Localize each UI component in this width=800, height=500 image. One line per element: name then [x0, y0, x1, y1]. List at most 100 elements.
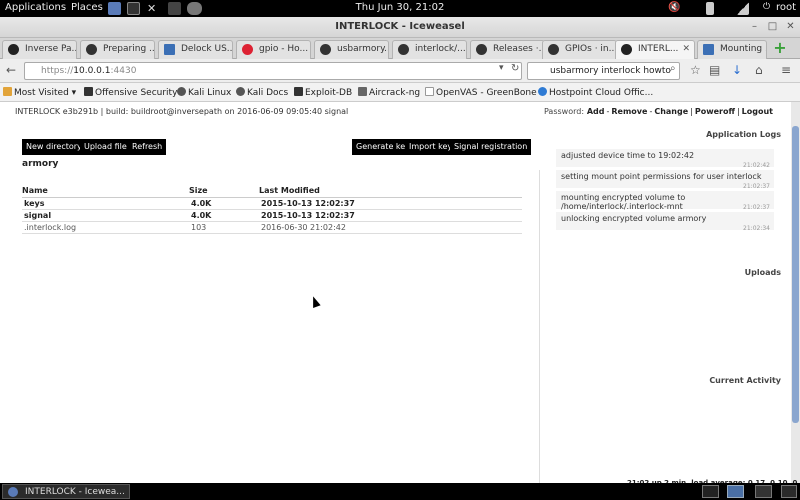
taskbar-window-button[interactable]: INTERLOCK - Icewea...: [2, 484, 130, 499]
upload-file-button[interactable]: Upload file: [80, 139, 131, 155]
favicon-icon: [703, 44, 714, 55]
bookmark-kali-linux[interactable]: Kali Linux: [177, 87, 231, 98]
bookmark-openvas[interactable]: OpenVAS - GreenBone: [425, 87, 537, 98]
remove-password-link[interactable]: Remove: [611, 107, 647, 116]
bookmark-most-visited[interactable]: Most Visited ▾: [3, 87, 76, 98]
user-menu[interactable]: root: [776, 2, 796, 13]
column-size[interactable]: Size: [189, 184, 259, 198]
gnome-top-bar: Applications Places ✕ Thu Jun 30, 21:02 …: [0, 0, 800, 17]
tab-interlock-active[interactable]: INTERL... ✕: [615, 40, 695, 60]
uploads-heading: Uploads: [744, 268, 781, 277]
workspace-3-icon[interactable]: [755, 485, 772, 498]
refresh-button[interactable]: Refresh: [128, 139, 167, 155]
tab-gpio[interactable]: gpio - Ho...: [236, 40, 311, 59]
file-size: 4.0K: [189, 209, 259, 222]
file-name[interactable]: .interlock.log: [22, 221, 189, 234]
hostpoint-icon: [538, 87, 547, 96]
table-row[interactable]: keys 4.0K 2015-10-13 12:02:37: [22, 197, 522, 210]
iceweasel-icon: [8, 487, 18, 497]
favicon-icon: [242, 44, 253, 55]
tab-releases[interactable]: Releases ·...: [470, 40, 545, 59]
scrollbar-thumb[interactable]: [792, 126, 799, 423]
home-icon[interactable]: ⌂: [755, 63, 763, 77]
tab-gpios[interactable]: GPIOs · in...: [542, 40, 617, 59]
github-icon: [548, 44, 559, 55]
reload-icon[interactable]: ↻: [511, 63, 519, 74]
bookmark-aircrack[interactable]: Aircrack-ng: [358, 87, 420, 98]
signal-registration-button[interactable]: Signal registration: [450, 139, 532, 155]
network-icon[interactable]: [737, 2, 749, 15]
column-name[interactable]: Name: [22, 184, 189, 198]
file-modified: 2015-10-13 12:02:37: [259, 197, 522, 210]
navigation-bar: ← https://10.0.0.1:4430 ▾ ↻ usbarmory in…: [0, 59, 800, 83]
workspace-4-icon[interactable]: [781, 485, 797, 498]
battery-icon[interactable]: [706, 2, 714, 15]
tab-usbarmory[interactable]: usbarmory...: [314, 40, 389, 59]
exploit-db-icon: [294, 87, 303, 96]
page-scrollbar[interactable]: [791, 102, 800, 483]
github-icon: [398, 44, 409, 55]
close-icon[interactable]: ✕: [783, 20, 798, 34]
search-icon[interactable]: ⌕: [670, 63, 676, 74]
github-icon: [86, 44, 97, 55]
back-icon[interactable]: ←: [6, 63, 16, 77]
version-info: INTERLOCK e3b291b | build: buildroot@inv…: [15, 107, 349, 116]
file-modified: 2015-10-13 12:02:37: [259, 209, 522, 222]
file-name[interactable]: keys: [22, 197, 189, 210]
search-bar[interactable]: usbarmory interlock howto: [527, 62, 680, 80]
favicon-icon: [164, 44, 175, 55]
table-row[interactable]: signal 4.0K 2015-10-13 12:02:37: [22, 209, 522, 222]
log-entry: mounting encrypted volume to /home/inter…: [556, 191, 774, 211]
new-directory-button[interactable]: New directory: [22, 139, 86, 155]
workspace-2-icon[interactable]: [727, 485, 744, 498]
current-directory: armory: [22, 159, 59, 169]
poweroff-link[interactable]: Poweroff: [695, 107, 735, 116]
tab-mounting[interactable]: Mounting ...: [697, 40, 767, 59]
favicon-icon: [621, 44, 632, 55]
bookmark-star-icon[interactable]: ☆: [690, 63, 701, 77]
url-bar[interactable]: https://10.0.0.1:4430: [24, 62, 522, 80]
tab-delock[interactable]: Delock US...: [158, 40, 233, 59]
add-password-link[interactable]: Add: [587, 107, 605, 116]
tab-close-icon[interactable]: ✕: [682, 44, 690, 54]
table-row[interactable]: .interlock.log 103 2016-06-30 21:02:42: [22, 221, 522, 234]
file-name[interactable]: signal: [22, 209, 189, 222]
window-titlebar: INTERLOCK - Iceweasel – □ ✕: [0, 17, 800, 38]
tab-interlock[interactable]: interlock/...: [392, 40, 467, 59]
dropdown-icon[interactable]: ▾: [499, 63, 504, 73]
menu-icon[interactable]: ≡: [781, 63, 791, 77]
bookmark-hostpoint[interactable]: Hostpoint Cloud Offic...: [538, 87, 653, 98]
log-entry: unlocking encrypted volume armory 21:02:3…: [556, 212, 774, 232]
kali-icon: [236, 87, 245, 96]
power-icon[interactable]: ⏻: [763, 2, 770, 12]
import-key-button[interactable]: Import key: [405, 139, 457, 155]
change-password-link[interactable]: Change: [654, 107, 688, 116]
window-title: INTERLOCK - Iceweasel: [335, 21, 465, 32]
tab-preparing[interactable]: Preparing ...: [80, 40, 155, 59]
kali-icon: [177, 87, 186, 96]
logout-link[interactable]: Logout: [742, 107, 773, 116]
offsec-icon: [84, 87, 93, 96]
minimize-icon[interactable]: –: [747, 20, 762, 34]
file-size: 103: [189, 221, 259, 234]
volume-muted-icon[interactable]: 🔇: [668, 2, 681, 15]
column-modified[interactable]: Last Modified: [259, 184, 522, 198]
github-icon: [476, 44, 487, 55]
github-icon: [320, 44, 331, 55]
application-logs-heading: Application Logs: [706, 130, 781, 139]
log-entry: setting mount point permissions for user…: [556, 170, 774, 190]
bookmarks-toolbar: Most Visited ▾ Offensive Security Kali L…: [0, 83, 800, 102]
new-tab-button[interactable]: +: [771, 39, 789, 57]
bookmark-kali-docs[interactable]: Kali Docs: [236, 87, 288, 98]
tab-inverse-path[interactable]: Inverse Pa...: [2, 40, 77, 59]
mouse-cursor: [309, 294, 321, 309]
page-content: INTERLOCK e3b291b | build: buildroot@inv…: [0, 102, 791, 483]
bookmark-exploit-db[interactable]: Exploit-DB: [294, 87, 352, 98]
bookmarks-menu-icon[interactable]: ▤: [709, 63, 720, 77]
log-entry: adjusted device time to 19:02:42 21:02:42: [556, 149, 774, 169]
bookmark-offensive-security[interactable]: Offensive Security: [84, 87, 177, 98]
workspace-1-icon[interactable]: [702, 485, 719, 498]
favicon-icon: [8, 44, 19, 55]
download-icon[interactable]: ↓: [732, 63, 742, 77]
maximize-icon[interactable]: □: [765, 20, 780, 34]
